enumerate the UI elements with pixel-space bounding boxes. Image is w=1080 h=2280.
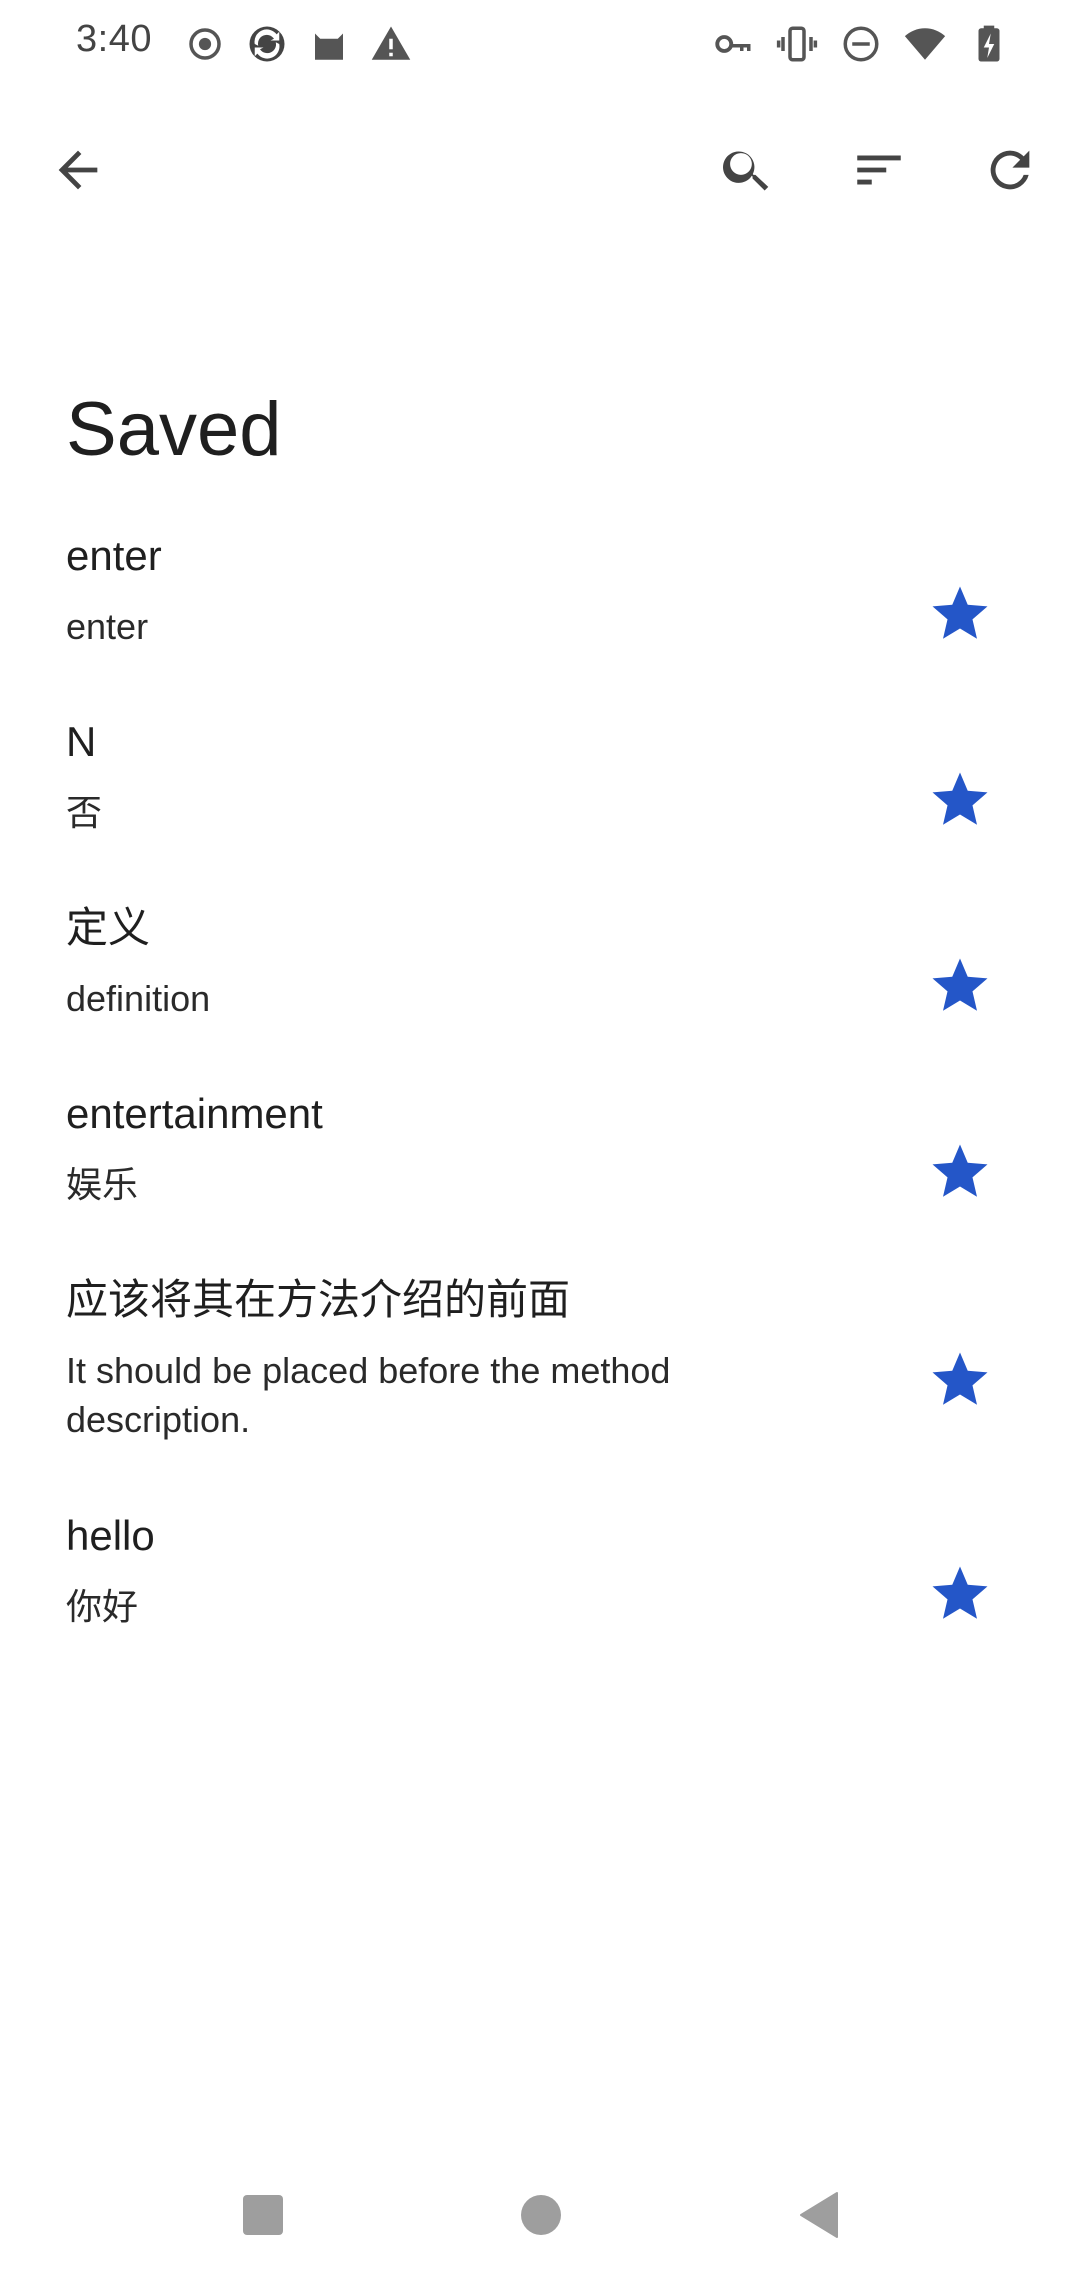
wifi-icon: [904, 28, 946, 60]
cat-app-icon: [315, 33, 343, 60]
list-item[interactable]: 定义 definition: [0, 892, 1080, 1078]
back-button[interactable]: [28, 120, 128, 220]
vpn-key-icon: [715, 35, 751, 53]
back-icon: [800, 2192, 838, 2238]
list-item-text: hello 你好: [66, 1510, 786, 1631]
star-button[interactable]: [900, 740, 1020, 860]
toolbar: [0, 120, 1080, 220]
list-item-text: N 否: [66, 716, 786, 837]
star-filled-icon: [932, 1566, 988, 1619]
star-filled-icon: [932, 958, 988, 1011]
translation-text: 娱乐: [66, 1164, 139, 1205]
source-text: hello: [66, 1512, 155, 1559]
star-button[interactable]: [900, 1534, 1020, 1654]
list-item[interactable]: hello 你好: [0, 1500, 1080, 1686]
refresh-icon: [990, 150, 1030, 190]
saved-list: enter enter N 否 定义 definition entertainm…: [0, 520, 1080, 1686]
translation-text: 否: [66, 792, 103, 833]
list-item-text: 应该将其在方法介绍的前面 It should be placed before …: [66, 1274, 786, 1444]
warning-icon: [371, 26, 411, 60]
star-filled-icon: [932, 1352, 988, 1405]
star-filled-icon: [932, 772, 988, 825]
search-icon: [722, 151, 769, 191]
record-icon: [189, 28, 221, 60]
sort-icon: [857, 155, 901, 185]
back-nav-button[interactable]: [774, 2170, 864, 2260]
list-item-text: enter enter: [66, 530, 786, 651]
refresh-button[interactable]: [960, 120, 1060, 220]
source-text: enter: [66, 532, 162, 579]
home-icon: [521, 2195, 561, 2235]
system-nav-bar: [0, 2150, 1080, 2280]
star-button[interactable]: [900, 926, 1020, 1046]
source-text: 应该将其在方法介绍的前面: [66, 1276, 571, 1323]
search-button[interactable]: [697, 120, 797, 220]
source-text: N: [66, 718, 97, 765]
translation-text: enter: [66, 606, 149, 647]
source-text: entertainment: [66, 1090, 323, 1137]
do-not-disturb-icon: [843, 26, 879, 62]
list-item[interactable]: entertainment 娱乐: [0, 1078, 1080, 1264]
sync-app-icon: [249, 26, 285, 62]
status-right-icons: [712, 20, 1010, 68]
recents-button[interactable]: [218, 2170, 308, 2260]
list-item[interactable]: N 否: [0, 706, 1080, 892]
status-bar: 3:40: [0, 0, 1080, 88]
list-item[interactable]: 应该将其在方法介绍的前面 It should be placed before …: [0, 1264, 1080, 1500]
status-left-icons: [184, 20, 412, 68]
source-text: 定义: [66, 904, 151, 951]
translation-text: definition: [66, 978, 211, 1019]
vibrate-icon: [776, 26, 818, 62]
status-time: 3:40: [76, 18, 152, 60]
list-item-text: 定义 definition: [66, 902, 786, 1023]
star-filled-icon: [932, 586, 988, 639]
star-filled-icon: [932, 1144, 988, 1197]
arrow-back-icon: [58, 150, 98, 190]
star-button[interactable]: [900, 1112, 1020, 1232]
translation-text: 你好: [66, 1586, 139, 1627]
page-title: Saved: [66, 387, 282, 472]
list-item-text: entertainment 娱乐: [66, 1088, 786, 1209]
translation-text: It should be placed before the method de…: [66, 1350, 671, 1440]
home-button[interactable]: [496, 2170, 586, 2260]
list-item[interactable]: enter enter: [0, 520, 1080, 706]
star-button[interactable]: [900, 1320, 1020, 1440]
sort-button[interactable]: [829, 120, 929, 220]
star-button[interactable]: [900, 554, 1020, 674]
battery-charging-icon: [978, 25, 1000, 62]
recents-icon: [243, 2195, 283, 2235]
